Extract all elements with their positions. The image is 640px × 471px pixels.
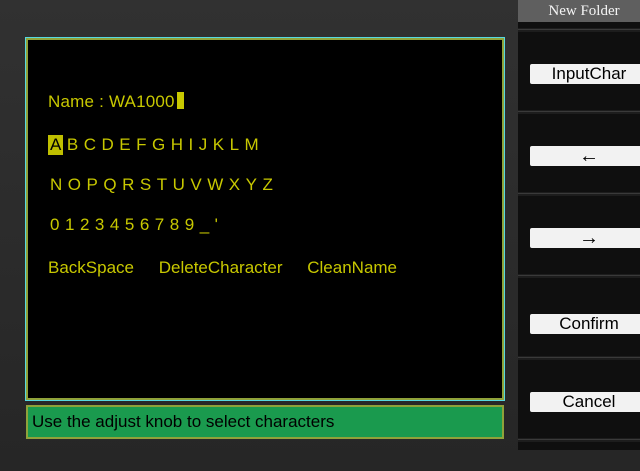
char-key[interactable]: A bbox=[48, 135, 64, 155]
softkey-divider bbox=[518, 438, 640, 442]
char-key[interactable]: I bbox=[187, 135, 196, 155]
char-key[interactable]: 4 bbox=[108, 215, 121, 235]
char-key[interactable]: 3 bbox=[93, 215, 106, 235]
char-key[interactable]: 7 bbox=[153, 215, 166, 235]
char-key[interactable]: O bbox=[66, 175, 83, 195]
char-key[interactable]: R bbox=[120, 175, 136, 195]
edit-actions: BackSpace DeleteCharacter CleanName bbox=[48, 258, 417, 278]
char-key[interactable]: D bbox=[99, 135, 115, 155]
char-key[interactable]: H bbox=[169, 135, 185, 155]
softkey-divider bbox=[518, 192, 640, 196]
cancel-button[interactable]: Cancel bbox=[530, 392, 640, 412]
status-message-bar: Use the adjust knob to select characters bbox=[26, 405, 504, 439]
char-key[interactable]: X bbox=[227, 175, 242, 195]
text-cursor bbox=[176, 92, 184, 109]
char-key[interactable]: 8 bbox=[168, 215, 181, 235]
softkey-panel: New Folder InputChar ← → Confirm Cancel bbox=[518, 0, 640, 450]
char-key[interactable]: Z bbox=[260, 175, 274, 195]
name-field: Name : WA1000 bbox=[48, 92, 184, 112]
delete-character-action[interactable]: DeleteCharacter bbox=[159, 258, 283, 278]
softkey-divider bbox=[518, 274, 640, 278]
char-key[interactable]: 9 bbox=[183, 215, 196, 235]
char-key[interactable]: V bbox=[188, 175, 203, 195]
char-key[interactable]: N bbox=[48, 175, 64, 195]
char-key[interactable]: U bbox=[171, 175, 187, 195]
char-key[interactable]: T bbox=[155, 175, 169, 195]
char-key[interactable]: W bbox=[205, 175, 225, 195]
char-key[interactable]: 1 bbox=[63, 215, 76, 235]
input-char-button[interactable]: InputChar bbox=[530, 64, 640, 84]
char-key[interactable]: C bbox=[82, 135, 98, 155]
panel-title: New Folder bbox=[518, 0, 640, 22]
name-label: Name : bbox=[48, 92, 104, 111]
char-key[interactable]: S bbox=[138, 175, 153, 195]
move-left-button[interactable]: ← bbox=[530, 146, 640, 166]
softkey-divider bbox=[518, 28, 640, 32]
softkey-divider bbox=[518, 356, 640, 360]
char-key[interactable]: E bbox=[117, 135, 132, 155]
char-row-letters-n-z: N O P Q R S T U V W X Y Z bbox=[48, 175, 276, 195]
char-key[interactable]: Y bbox=[244, 175, 259, 195]
char-key[interactable]: 6 bbox=[138, 215, 151, 235]
char-key[interactable]: M bbox=[243, 135, 261, 155]
char-row-letters-a-m: A B C D E F G H I J K L M bbox=[48, 135, 262, 155]
char-key[interactable]: J bbox=[197, 135, 210, 155]
char-key[interactable]: 2 bbox=[78, 215, 91, 235]
confirm-button[interactable]: Confirm bbox=[530, 314, 640, 334]
char-key[interactable]: L bbox=[228, 135, 241, 155]
clean-name-action[interactable]: CleanName bbox=[307, 258, 397, 278]
move-right-button[interactable]: → bbox=[530, 228, 640, 248]
status-message: Use the adjust knob to select characters bbox=[32, 412, 335, 431]
name-value: WA1000 bbox=[108, 92, 175, 111]
char-key[interactable]: _ bbox=[198, 215, 211, 235]
char-key[interactable]: Q bbox=[101, 175, 118, 195]
softkey-divider bbox=[518, 110, 640, 114]
char-row-digits: 0 1 2 3 4 5 6 7 8 9 _ ' bbox=[48, 215, 221, 235]
instrument-screen: Name : WA1000 A B C D E F G H I J K L M … bbox=[0, 0, 640, 471]
char-key[interactable]: K bbox=[211, 135, 226, 155]
char-key[interactable]: B bbox=[65, 135, 80, 155]
backspace-action[interactable]: BackSpace bbox=[48, 258, 134, 278]
char-key[interactable]: 0 bbox=[48, 215, 61, 235]
name-input-dialog: Name : WA1000 A B C D E F G H I J K L M … bbox=[26, 38, 504, 400]
char-key[interactable]: P bbox=[85, 175, 100, 195]
char-key[interactable]: F bbox=[134, 135, 148, 155]
char-key[interactable]: 5 bbox=[123, 215, 136, 235]
char-key[interactable]: ' bbox=[213, 215, 220, 235]
char-key[interactable]: G bbox=[150, 135, 167, 155]
